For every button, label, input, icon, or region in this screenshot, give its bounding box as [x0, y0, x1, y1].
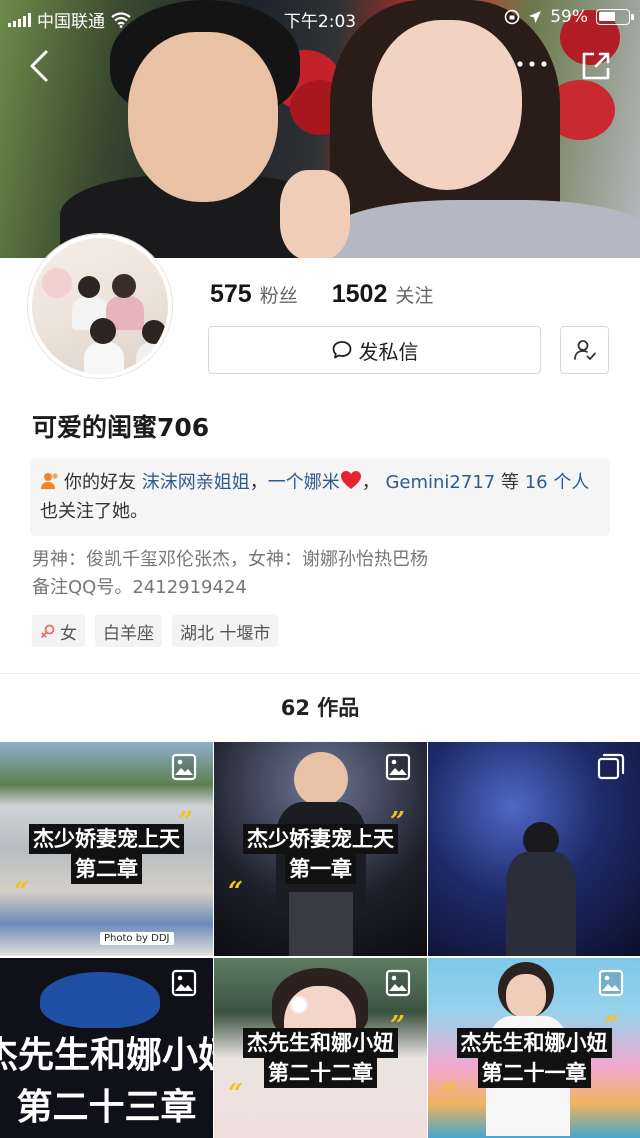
follow-user-button[interactable]	[560, 326, 609, 374]
work-chapter-5: 第二十二章	[264, 1058, 377, 1088]
following-stat[interactable]: 1502 关注	[332, 280, 434, 309]
quote-mark-left: “	[442, 1079, 457, 1109]
work-chapter-4: 第二十三章	[16, 1087, 197, 1128]
image-icon	[385, 969, 411, 997]
zodiac-tag: 白羊座	[95, 615, 162, 647]
work-title-5: 杰先生和娜小妞	[243, 1028, 398, 1058]
status-bar: 中国联通 下午2:03 59%	[0, 0, 640, 34]
work-title-2: 杰少娇妻宠上天	[243, 824, 398, 854]
work-item-1[interactable]: ” 杰少娇妻宠上天 第二章 “ Photo by DDJ	[0, 742, 213, 956]
work-caption: 杰先生和娜小妞 第二十一章	[428, 1028, 640, 1088]
gallery-icon	[597, 753, 625, 780]
zodiac-label: 白羊座	[103, 623, 154, 644]
image-icon	[385, 753, 411, 781]
work-chapter-2: 第一章	[285, 854, 356, 884]
location-tag: 湖北 十堰市	[172, 615, 279, 647]
works-grid: ” 杰少娇妻宠上天 第二章 “ Photo by DDJ ” 杰少娇妻宠上天 第…	[0, 742, 640, 1138]
mutual-middle: 等	[495, 472, 525, 493]
mutual-sep-1: ，	[249, 472, 268, 493]
work-title-4: 杰先生和娜小妞	[0, 1035, 213, 1076]
mutual-sep-2: ，	[361, 472, 380, 493]
mutual-suffix: 也关注了她。	[40, 501, 148, 522]
quote-mark-left: “	[228, 1079, 243, 1109]
quote-mark-left: “	[14, 877, 29, 907]
work-item-3[interactable]	[428, 742, 640, 956]
friend-link-3[interactable]: Gemini2717	[385, 472, 495, 493]
work-caption: 杰少娇妻宠上天 第一章	[214, 824, 427, 884]
following-count: 1502	[331, 280, 388, 308]
friend-link-1[interactable]: 沫沫网亲姐姐	[142, 472, 250, 493]
work-caption: 杰先生和娜小妞 第二十三章	[0, 1030, 213, 1134]
battery-icon	[596, 9, 634, 25]
work-chapter-1: 第二章	[71, 854, 142, 884]
following-label: 关注	[395, 285, 434, 307]
nickname: 可爱的闺蜜706	[32, 413, 210, 442]
location-label: 湖北 十堰市	[180, 623, 271, 644]
work-chapter-6: 第二十一章	[477, 1058, 591, 1088]
work-caption: 杰少娇妻宠上天 第二章	[0, 824, 213, 884]
image-icon	[171, 753, 197, 781]
rotation-lock-icon	[504, 9, 520, 25]
more-options-icon[interactable]	[512, 52, 552, 76]
send-message-button[interactable]: 发私信	[208, 326, 541, 374]
mutual-friends-box: 你的好友 沫沫网亲姐姐，一个娜米， Gemini2717 等 16 个人 也关注…	[30, 458, 610, 536]
gender-tag: 女	[32, 615, 85, 647]
image-icon	[171, 969, 197, 997]
watermark-text: Photo by DDJ	[100, 932, 174, 945]
followers-stat[interactable]: 575 粉丝	[210, 280, 298, 309]
friend-link-2[interactable]: 一个娜米	[268, 472, 340, 493]
followers-count: 575	[210, 280, 252, 308]
send-message-label: 发私信	[358, 339, 419, 364]
female-icon	[41, 624, 55, 638]
mutual-count-link[interactable]: 16 个人	[525, 472, 590, 493]
chat-bubble-icon	[332, 341, 351, 359]
work-item-2[interactable]: ” 杰少娇妻宠上天 第一章 “	[214, 742, 427, 956]
work-caption: 杰先生和娜小妞 第二十二章	[214, 1028, 427, 1088]
bio-line-2: 备注QQ号。2412919424	[32, 577, 247, 598]
bio: 男神：俊凯千玺邓伦张杰，女神：谢娜孙怡热巴杨 备注QQ号。2412919424	[32, 546, 428, 602]
followers-label: 粉丝	[259, 285, 298, 307]
section-divider	[0, 673, 640, 674]
back-icon[interactable]	[22, 46, 58, 86]
location-arrow-icon	[529, 11, 542, 23]
battery-percent: 59%	[550, 7, 588, 27]
work-item-4[interactable]: 杰先生和娜小妞 第二十三章	[0, 958, 213, 1138]
image-icon	[598, 969, 624, 997]
heart-icon	[340, 471, 361, 489]
gender-label: 女	[60, 623, 77, 644]
profile-tags: 女 白羊座 湖北 十堰市	[32, 615, 279, 647]
avatar[interactable]	[28, 234, 172, 378]
profile-stats: 575 粉丝 1502 关注	[210, 280, 433, 309]
work-item-5[interactable]: ” 杰先生和娜小妞 第二十二章 “	[214, 958, 427, 1138]
share-icon[interactable]	[576, 46, 616, 86]
user-check-icon	[573, 340, 596, 360]
mutual-prefix: 你的好友	[64, 472, 136, 493]
work-title-6: 杰先生和娜小妞	[456, 1028, 612, 1058]
profile-banner	[0, 0, 640, 258]
work-title-1: 杰少娇妻宠上天	[29, 824, 184, 854]
quote-mark-left: “	[228, 877, 243, 907]
works-count[interactable]: 62 作品	[0, 692, 640, 722]
friends-icon	[41, 473, 58, 489]
bio-line-1: 男神：俊凯千玺邓伦张杰，女神：谢娜孙怡热巴杨	[32, 549, 428, 570]
work-item-6[interactable]: ” 杰先生和娜小妞 第二十一章 “	[428, 958, 640, 1138]
